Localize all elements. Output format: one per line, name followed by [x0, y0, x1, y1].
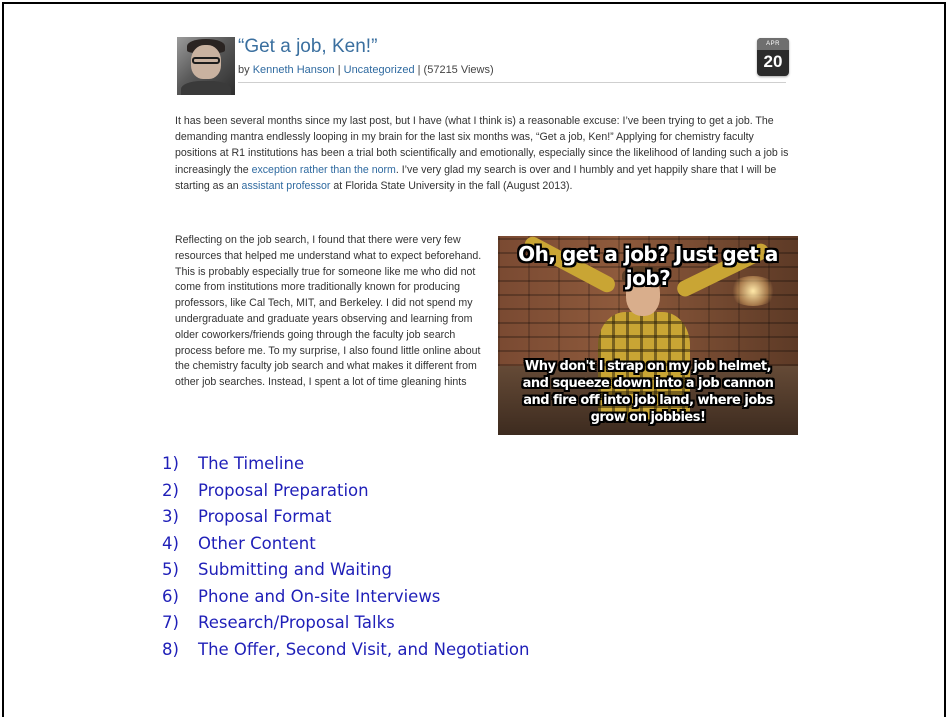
- post-byline: by Kenneth Hanson | Uncategorized | (572…: [238, 64, 494, 76]
- outline-number: 6): [162, 586, 179, 606]
- outline-list: 1) The Timeline 2) Proposal Preparation 3)…: [162, 451, 529, 663]
- reflection-paragraph: Reflecting on the job search, I found th…: [175, 234, 482, 389]
- date-month: APR: [757, 38, 789, 50]
- outline-item: 6) Phone and On-site Interviews: [162, 584, 529, 611]
- category-link[interactable]: Uncategorized: [344, 64, 415, 76]
- author-avatar: [177, 37, 235, 95]
- outline-number: 7): [162, 613, 179, 632]
- outline-label: Other Content: [198, 533, 316, 553]
- avatar-glasses: [192, 57, 220, 64]
- outline-number: 1): [162, 454, 179, 473]
- outline-label: Submitting and Waiting: [198, 560, 392, 579]
- meme-bottom-caption: Why don't I strap on my job helmet, and …: [522, 359, 774, 425]
- outline-label: The Offer, Second Visit, and Negotiation: [198, 639, 530, 659]
- date-badge: APR 20: [757, 38, 789, 76]
- post-title[interactable]: “Get a job, Ken!”: [238, 36, 377, 58]
- assistant-professor-link[interactable]: assistant professor: [242, 180, 331, 192]
- outline-label: The Timeline: [198, 454, 305, 473]
- outline-number: 5): [162, 560, 179, 579]
- outline-item: 5) Submitting and Waiting: [162, 557, 529, 584]
- outline-number: 8): [162, 639, 179, 659]
- byline-separator: |: [334, 64, 344, 76]
- outline-item: 7) Research/Proposal Talks: [162, 610, 529, 637]
- meme-image: Oh, get a job? Just get a job? Why don't…: [498, 236, 798, 435]
- outline-number: 4): [162, 533, 179, 553]
- outline-label: Proposal Preparation: [198, 480, 369, 500]
- outline-label: Phone and On-site Interviews: [198, 586, 441, 606]
- outline-item: 2) Proposal Preparation: [162, 478, 529, 505]
- outline-item: 4) Other Content: [162, 531, 529, 558]
- header-divider: [238, 82, 786, 83]
- intro-paragraph: It has been several months since my last…: [175, 113, 795, 194]
- byline-prefix: by: [238, 64, 253, 76]
- outline-item: 3) Proposal Format: [162, 504, 529, 531]
- author-link[interactable]: Kenneth Hanson: [253, 64, 335, 76]
- outline-label: Proposal Format: [198, 507, 332, 526]
- view-count: (57215 Views): [423, 64, 494, 76]
- avatar-shirt: [181, 81, 231, 95]
- outline-number: 2): [162, 480, 179, 500]
- outline-label: Research/Proposal Talks: [198, 613, 395, 632]
- outline-item: 8) The Offer, Second Visit, and Negotiati…: [162, 637, 529, 664]
- meme-top-caption: Oh, get a job? Just get a job?: [518, 242, 778, 290]
- date-day: 20: [763, 52, 783, 71]
- outline-number: 3): [162, 507, 179, 526]
- exception-link[interactable]: exception rather than the norm: [252, 164, 396, 176]
- byline-separator: |: [414, 64, 424, 76]
- intro-text: at Florida State University in the fall …: [330, 179, 573, 192]
- outline-item: 1) The Timeline: [162, 451, 529, 478]
